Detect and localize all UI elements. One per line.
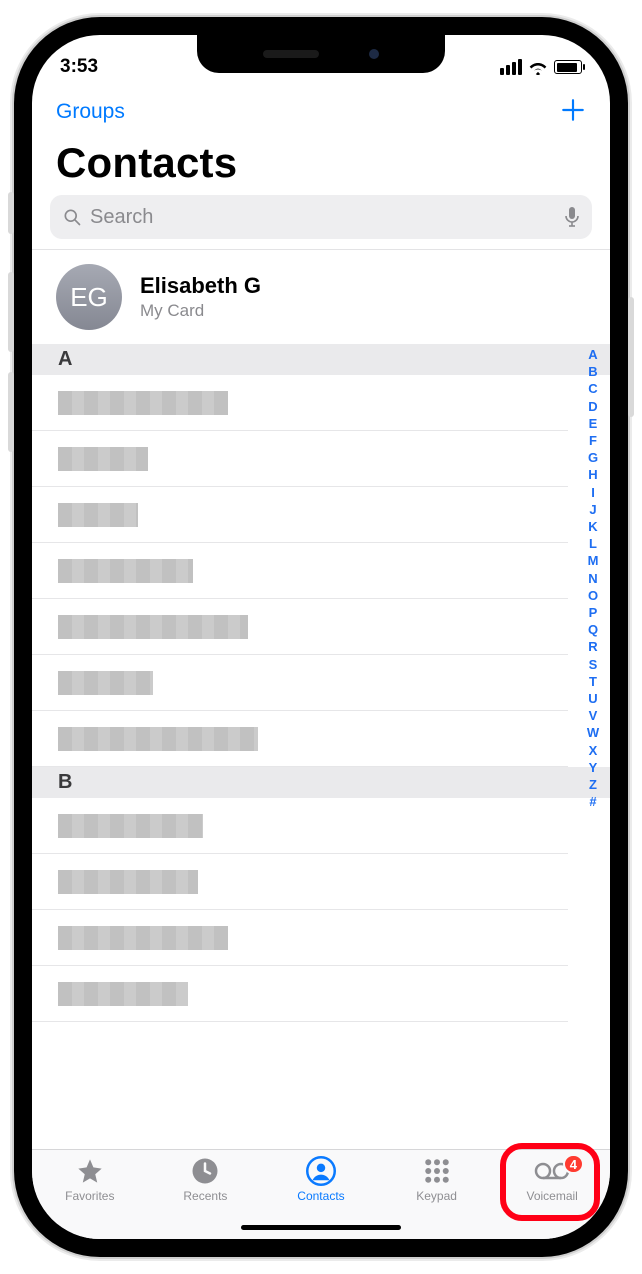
index-letter[interactable]: K [584,518,602,535]
index-letter[interactable]: S [584,656,602,673]
tab-label: Recents [183,1189,227,1203]
contact-row[interactable] [32,431,568,487]
keypad-icon [422,1156,452,1186]
contact-row[interactable] [32,655,568,711]
index-letter[interactable]: V [584,707,602,724]
groups-button[interactable]: Groups [56,100,125,124]
index-letter[interactable]: Y [584,759,602,776]
device-frame: 3:53 Groups Contacts EG Elisabeth G [14,17,628,1257]
redacted-name [58,727,258,751]
screen: 3:53 Groups Contacts EG Elisabeth G [32,35,610,1239]
contact-row[interactable] [32,375,568,431]
section-index[interactable]: ABCDEFGHIJKLMNOPQRSTUVWXYZ# [584,344,602,1149]
tab-label: Contacts [297,1189,344,1203]
index-letter[interactable]: X [584,742,602,759]
redacted-name [58,671,153,695]
redacted-name [58,982,188,1006]
nav-bar: Groups [32,85,610,133]
contacts-list[interactable]: ABABCDEFGHIJKLMNOPQRSTUVWXYZ# [32,344,610,1149]
voicemail-badge: 4 [563,1154,584,1174]
index-letter[interactable]: M [584,552,602,569]
tab-label: Voicemail [526,1189,577,1203]
redacted-name [58,503,138,527]
index-letter[interactable]: H [584,466,602,483]
tab-label: Favorites [65,1189,114,1203]
tab-voicemail[interactable]: Voicemail 4 [494,1156,610,1239]
recents-icon [190,1156,220,1186]
redacted-name [58,391,228,415]
notch [197,35,445,73]
index-letter[interactable]: G [584,449,602,466]
status-time: 3:53 [60,56,98,78]
contact-row[interactable] [32,854,568,910]
my-card-text: Elisabeth G My Card [140,273,261,321]
plus-icon [560,97,586,123]
index-letter[interactable]: E [584,415,602,432]
redacted-name [58,447,148,471]
cellular-icon [500,59,522,75]
index-letter[interactable]: Q [584,621,602,638]
index-letter[interactable]: N [584,570,602,587]
volume-up-button[interactable] [8,272,14,352]
contact-row[interactable] [32,599,568,655]
contact-row[interactable] [32,966,568,1022]
index-letter[interactable]: W [584,724,602,741]
wifi-icon [528,60,548,75]
home-indicator[interactable] [241,1225,401,1230]
index-letter[interactable]: T [584,673,602,690]
search-icon [62,207,82,227]
tab-label: Keypad [416,1189,457,1203]
my-card-name: Elisabeth G [140,273,261,299]
index-letter[interactable]: I [584,484,602,501]
contact-row[interactable] [32,487,568,543]
contact-row[interactable] [32,711,568,767]
index-letter[interactable]: P [584,604,602,621]
redacted-name [58,559,193,583]
redacted-name [58,926,228,950]
index-letter[interactable]: C [584,380,602,397]
volume-down-button[interactable] [8,372,14,452]
tab-favorites[interactable]: Favorites [32,1156,148,1239]
redacted-name [58,870,198,894]
add-contact-button[interactable] [560,95,586,129]
tab-bar: Favorites Recents Contacts Keypad Voicemail 4 [32,1149,610,1239]
section-header: A [32,344,610,375]
redacted-name [58,814,203,838]
contact-row[interactable] [32,543,568,599]
favorites-icon [75,1156,105,1186]
contact-row[interactable] [32,798,568,854]
my-card-row[interactable]: EG Elisabeth G My Card [32,250,610,344]
avatar: EG [56,264,122,330]
index-letter[interactable]: Z [584,776,602,793]
side-button[interactable] [628,297,634,417]
index-letter[interactable]: D [584,398,602,415]
index-letter[interactable]: F [584,432,602,449]
index-letter[interactable]: B [584,363,602,380]
search-input[interactable] [90,206,556,229]
search-field[interactable] [50,195,592,239]
index-letter[interactable]: # [584,793,602,810]
my-card-subtitle: My Card [140,301,261,321]
dictation-icon[interactable] [564,206,580,228]
contact-row[interactable] [32,910,568,966]
index-letter[interactable]: J [584,501,602,518]
mute-switch[interactable] [8,192,14,234]
page-title: Contacts [32,133,610,195]
index-letter[interactable]: U [584,690,602,707]
battery-icon [554,60,582,74]
index-letter[interactable]: R [584,638,602,655]
contacts-icon [306,1156,336,1186]
index-letter[interactable]: O [584,587,602,604]
index-letter[interactable]: A [584,346,602,363]
redacted-name [58,615,248,639]
status-indicators [500,59,582,75]
index-letter[interactable]: L [584,535,602,552]
section-header: B [32,767,610,798]
